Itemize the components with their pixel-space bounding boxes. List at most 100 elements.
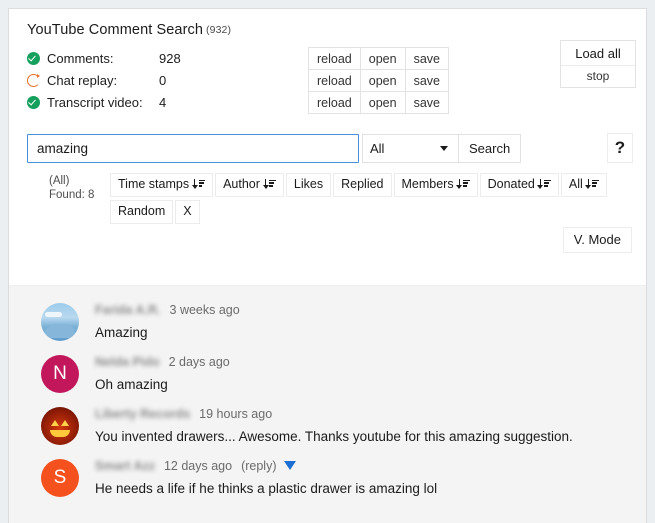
comment-body: Nelda Pido 2 days ago Oh amazing	[95, 352, 230, 393]
status-label: Chat replay:	[47, 72, 118, 88]
filter-chip-donated[interactable]: Donated	[479, 173, 559, 197]
action-reload-button[interactable]: reload	[308, 91, 361, 114]
filter-chip-label: Replied	[341, 177, 384, 191]
comment-author[interactable]: Liberty Records	[95, 407, 190, 421]
comment-meta: Smart Azz 12 days ago (reply)	[95, 457, 437, 474]
comment-author[interactable]: Smart Azz	[95, 459, 155, 473]
sort-descending-icon	[262, 179, 276, 189]
status-label: Transcript video:	[47, 94, 143, 110]
sort-descending-icon	[191, 179, 206, 189]
comment-text: Oh amazing	[95, 377, 168, 392]
stop-button[interactable]: stop	[561, 66, 635, 87]
avatar-initial: N	[53, 363, 67, 384]
actions-row: reload open save	[308, 91, 449, 114]
sort-descending-icon	[537, 179, 551, 189]
comment-text: Amazing	[95, 325, 148, 340]
comment-list[interactable]: Farida A.R. 3 weeks ago Amazing N Nelda Pido…	[9, 285, 646, 523]
search-row: All Search ?	[27, 133, 646, 163]
page-title-count: (932)	[206, 24, 232, 36]
comment-author[interactable]: Nelda Pido	[95, 355, 160, 369]
comment-meta: Farida A.R. 3 weeks ago	[95, 301, 240, 318]
comment-body: Smart Azz 12 days ago (reply) He needs a li…	[95, 456, 437, 497]
filter-chip-label: Time stamps	[118, 177, 190, 191]
comment-item: N Nelda Pido 2 days ago Oh amazing	[9, 348, 646, 400]
comment-timestamp: 12 days ago	[163, 458, 233, 473]
scope-select-wrap: All	[359, 133, 459, 163]
filter-chip-label: All	[568, 177, 583, 191]
v-mode-button[interactable]: V. Mode	[562, 227, 632, 253]
filter-chip-members[interactable]: Members	[393, 173, 478, 197]
action-reload-button[interactable]: reload	[308, 47, 361, 70]
help-button[interactable]: ?	[607, 133, 633, 163]
comment-author[interactable]: Farida A.R.	[95, 303, 161, 317]
app-panel: YouTube Comment Search (932) Comments: 928…	[8, 8, 647, 523]
found-count: Found: 8	[49, 189, 95, 201]
check-circle-icon	[27, 95, 40, 109]
status-value: 928	[159, 50, 181, 66]
action-save-button[interactable]: save	[404, 69, 449, 92]
comment-text: He needs a life if he thinks a plastic d…	[95, 481, 438, 496]
refresh-circle-icon	[27, 73, 40, 87]
sort-descending-icon	[456, 179, 470, 189]
found-summary: (All) Found: 8	[49, 174, 94, 202]
avatar[interactable]	[41, 407, 79, 445]
status-label: Comments:	[47, 50, 114, 66]
comment-timestamp: 19 hours ago	[199, 406, 273, 421]
filter-chip-all[interactable]: All	[560, 173, 607, 197]
sort-descending-icon	[585, 179, 599, 189]
filter-chip-time-stamps[interactable]: Time stamps	[110, 173, 214, 197]
comment-text: You invented drawers... Awesome. Thanks …	[95, 429, 573, 444]
vmode-row: V. Mode	[9, 227, 646, 253]
status-area: Comments: 928 Chat replay: 0 Transcript vide…	[9, 40, 646, 114]
check-circle-icon	[27, 51, 40, 65]
found-scope: (All)	[49, 175, 70, 187]
filter-chip-label: Random	[118, 204, 166, 218]
comment-timestamp: 2 days ago	[168, 354, 230, 369]
filter-chip-likes[interactable]: Likes	[285, 173, 332, 197]
filter-chip-label: X	[183, 204, 192, 218]
search-input[interactable]	[27, 133, 359, 163]
load-all-box: Load all stop	[560, 40, 636, 88]
actions-row: reload open save	[308, 69, 449, 92]
page-title-text: YouTube Comment Search	[27, 22, 204, 38]
expand-replies-icon[interactable]	[283, 461, 296, 470]
avatar[interactable]	[41, 303, 79, 341]
comment-timestamp: 3 weeks ago	[169, 302, 240, 317]
status-value: 4	[159, 94, 167, 110]
filter-chip-replied[interactable]: Replied	[333, 173, 392, 197]
action-save-button[interactable]: save	[404, 91, 449, 114]
comment-meta: Liberty Records 19 hours ago	[95, 405, 573, 422]
action-save-button[interactable]: save	[404, 47, 449, 70]
avatar-initial: S	[53, 467, 67, 488]
filter-chip-x[interactable]: X	[175, 200, 200, 224]
comment-body: Liberty Records 19 hours ago You invented …	[95, 404, 573, 445]
filter-chip-label: Donated	[487, 177, 535, 191]
load-all-button[interactable]: Load all	[561, 41, 635, 66]
filter-chip-label: Members	[401, 177, 454, 191]
comment-body: Farida A.R. 3 weeks ago Amazing	[95, 300, 240, 341]
filter-chip-author[interactable]: Author	[215, 173, 284, 197]
filter-area: (All) Found: 8 Time stamps Author Likes Rep…	[27, 173, 646, 227]
pumpkin-mouth-icon	[50, 430, 70, 437]
comment-item: S Smart Azz 12 days ago (reply) He needs a l…	[9, 452, 646, 504]
actions-row: reload open save	[308, 47, 449, 70]
scope-select[interactable]: All	[362, 133, 459, 163]
actions-table: reload open save reload open save reload open sa…	[308, 47, 449, 114]
status-value: 0	[159, 72, 167, 88]
filter-chip-random[interactable]: Random	[110, 200, 174, 224]
search-button[interactable]: Search	[459, 133, 522, 163]
action-open-button[interactable]: open	[359, 47, 406, 70]
avatar[interactable]: S	[41, 459, 79, 497]
filter-chip-label: Author	[223, 177, 260, 191]
filter-chip-list: Time stamps Author Likes Replied Members Dona…	[110, 173, 646, 227]
reply-link[interactable]: (reply)	[241, 459, 276, 473]
comment-item: Liberty Records 19 hours ago You invented …	[9, 400, 646, 452]
action-open-button[interactable]: open	[359, 69, 406, 92]
page-title: YouTube Comment Search (932)	[9, 9, 646, 38]
action-reload-button[interactable]: reload	[308, 69, 361, 92]
action-open-button[interactable]: open	[359, 91, 406, 114]
avatar[interactable]: N	[41, 355, 79, 393]
comment-meta: Nelda Pido 2 days ago	[95, 353, 230, 370]
comment-item: Farida A.R. 3 weeks ago Amazing	[9, 296, 646, 348]
filter-chip-label: Likes	[293, 177, 324, 191]
